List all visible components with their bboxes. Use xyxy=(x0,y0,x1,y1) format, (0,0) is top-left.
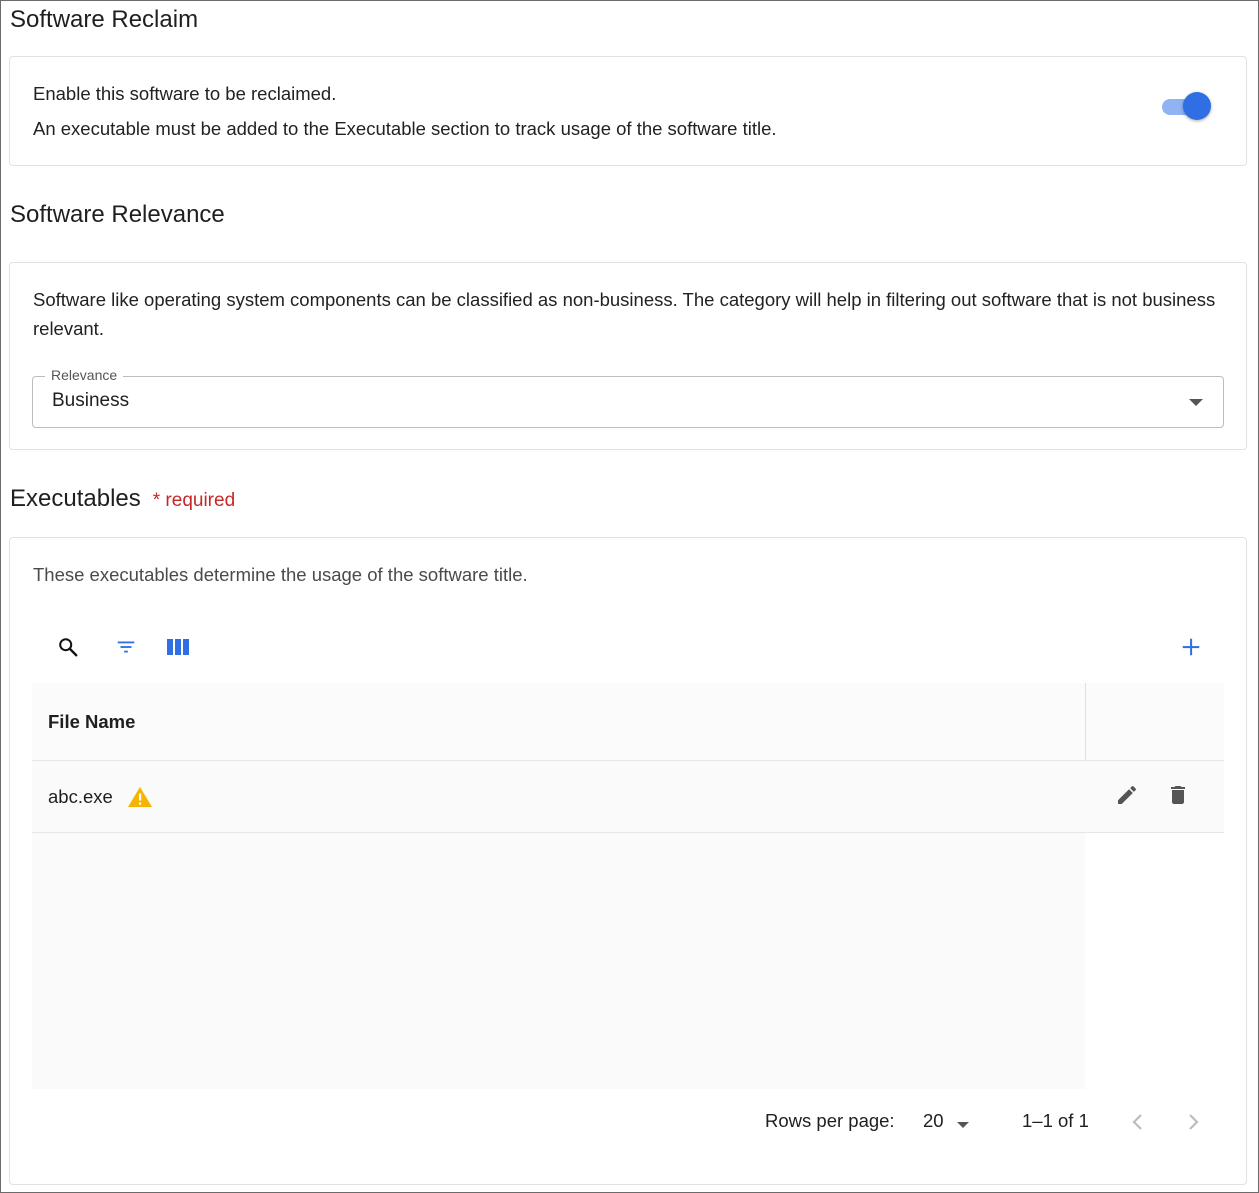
columns-icon xyxy=(167,639,189,655)
search-button[interactable] xyxy=(50,629,86,665)
required-label: * required xyxy=(152,490,236,511)
reclaim-hint-text: An executable must be added to the Execu… xyxy=(33,118,777,139)
chevron-left-icon xyxy=(1132,1114,1142,1130)
relevance-select-value: Business xyxy=(52,390,130,411)
column-header-file-name[interactable]: File Name xyxy=(48,711,135,733)
rows-per-page-label: Rows per page: xyxy=(765,1110,895,1131)
delete-button[interactable] xyxy=(1166,783,1192,809)
software-relevance-title: Software Relevance xyxy=(10,201,225,228)
file-name-cell: abc.exe xyxy=(48,786,113,807)
pagination-range: 1–1 of 1 xyxy=(1022,1110,1089,1131)
toggle-thumb xyxy=(1183,92,1211,120)
caret-down-icon xyxy=(957,1122,969,1128)
pencil-icon xyxy=(1118,785,1137,804)
caret-down-icon xyxy=(1189,399,1203,406)
filter-icon xyxy=(117,641,135,653)
executables-table: File Name abc.exe xyxy=(32,683,1224,1089)
software-reclaim-title: Software Reclaim xyxy=(10,6,199,33)
warning-icon xyxy=(128,787,152,807)
executables-heading: Executables * required xyxy=(10,485,235,513)
relevance-description: Software like operating system component… xyxy=(33,289,1216,339)
columns-button[interactable] xyxy=(160,629,196,665)
reclaim-enable-text: Enable this software to be reclaimed. xyxy=(33,83,337,104)
rows-per-page-select[interactable]: 20 xyxy=(915,1104,975,1138)
relevance-select[interactable]: Relevance Business xyxy=(32,367,1224,428)
software-relevance-card: Software like operating system component… xyxy=(9,262,1247,450)
filter-button[interactable] xyxy=(108,629,144,665)
table-row[interactable]: abc.exe xyxy=(32,760,1224,833)
edit-button[interactable] xyxy=(1115,783,1141,809)
table-header: File Name xyxy=(32,683,1224,760)
trash-icon xyxy=(1171,786,1185,804)
executables-title: Executables xyxy=(10,485,141,512)
previous-page-button[interactable] xyxy=(1126,1110,1150,1134)
chevron-right-icon xyxy=(1189,1114,1199,1130)
relevance-select-label: Relevance xyxy=(45,367,124,383)
executables-description: These executables determine the usage of… xyxy=(33,564,528,585)
add-executable-button[interactable] xyxy=(1173,629,1209,665)
executables-card: These executables determine the usage of… xyxy=(9,537,1247,1185)
table-empty-area xyxy=(32,833,1085,1089)
next-page-button[interactable] xyxy=(1181,1110,1205,1134)
add-icon xyxy=(1182,638,1200,656)
software-reclaim-card: Enable this software to be reclaimed. An… xyxy=(9,56,1247,166)
search-icon xyxy=(59,638,78,657)
reclaim-toggle[interactable] xyxy=(1160,91,1212,121)
rows-per-page-value: 20 xyxy=(923,1110,944,1131)
